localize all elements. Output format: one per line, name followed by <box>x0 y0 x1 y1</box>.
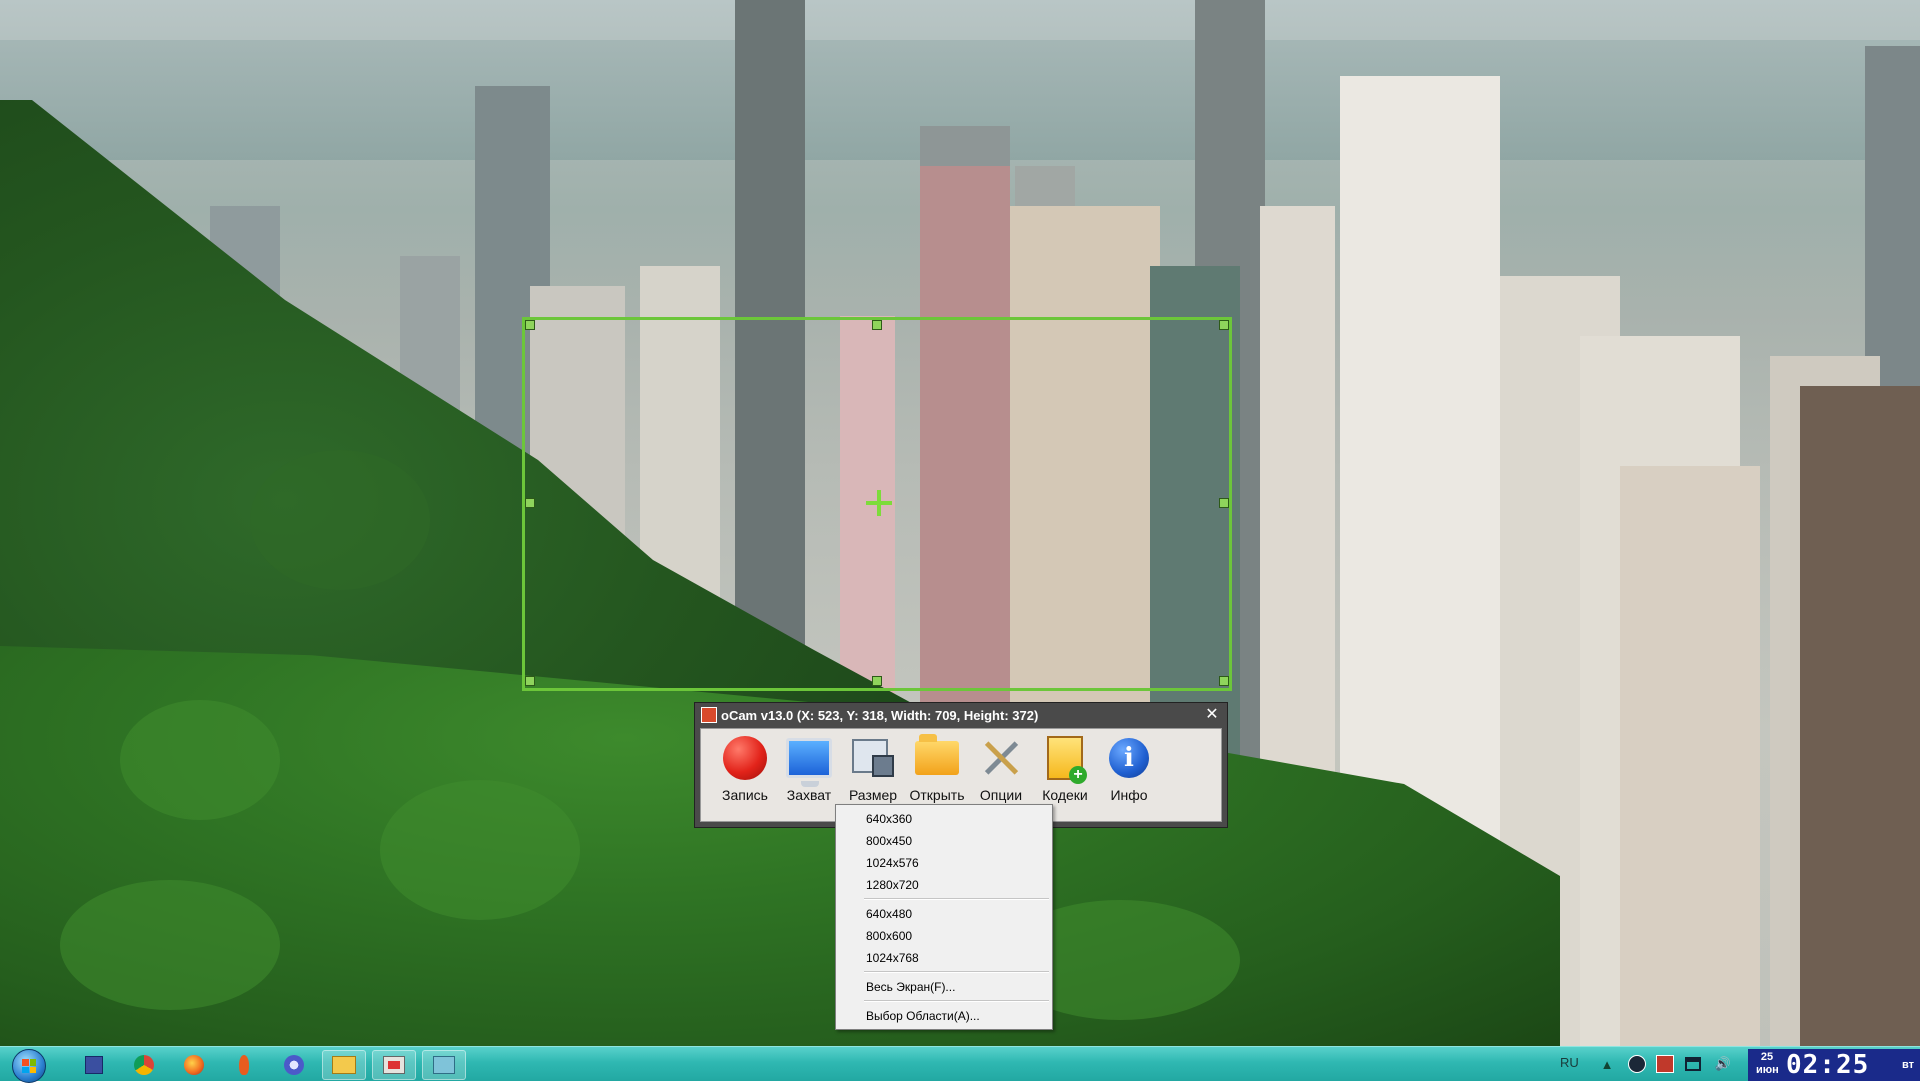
capture-button[interactable]: Захват <box>777 729 841 815</box>
close-button[interactable]: ✕ <box>1203 706 1221 724</box>
firefox-icon <box>184 1055 204 1075</box>
resize-handle-top-left[interactable] <box>525 320 535 330</box>
move-crosshair-icon[interactable] <box>866 490 892 516</box>
info-label: Инфо <box>1110 787 1148 803</box>
size-dropdown-menu: 640x360 800x450 1024x576 1280x720 640x48… <box>835 804 1053 1030</box>
taskbar-browser-app[interactable] <box>272 1050 316 1080</box>
menu-item-1024x576[interactable]: 1024x576 <box>866 853 919 873</box>
codecs-button[interactable]: Кодеки <box>1033 729 1097 815</box>
taskbar-ocam-app[interactable] <box>372 1050 416 1080</box>
menu-item-800x600[interactable]: 800x600 <box>866 926 912 946</box>
menu-item-1024x768[interactable]: 1024x768 <box>866 948 919 968</box>
wallpaper-building <box>1620 466 1760 1046</box>
wallpaper-tree <box>250 450 430 590</box>
taskbar-clock[interactable]: 25 июн 02:25 вт <box>1748 1049 1920 1081</box>
options-label: Опции <box>979 787 1023 803</box>
menu-item-800x450[interactable]: 800x450 <box>866 831 912 851</box>
security-icon[interactable] <box>1656 1055 1674 1073</box>
save-icon <box>85 1056 103 1074</box>
resize-button[interactable]: Размер <box>841 729 905 815</box>
capture-icon <box>786 735 832 787</box>
taskbar-save-app[interactable] <box>72 1050 116 1080</box>
clock-day: 25 <box>1760 1051 1774 1063</box>
ocam-app-icon <box>701 707 717 723</box>
resize-handle-right[interactable] <box>1219 498 1229 508</box>
record-button[interactable]: Запись <box>713 729 777 815</box>
taskbar-firefox-app[interactable] <box>172 1050 216 1080</box>
language-indicator[interactable]: RU <box>1560 1055 1579 1070</box>
wallpaper-tree <box>380 780 580 920</box>
menu-item-640x480[interactable]: 640x480 <box>866 904 912 924</box>
record-icon <box>722 735 768 781</box>
folder-icon <box>914 734 960 781</box>
clock-date: 25 июн <box>1756 1051 1779 1077</box>
wallpaper-tree <box>60 880 280 1010</box>
notes-icon <box>433 1056 455 1074</box>
info-icon: i <box>1106 735 1152 781</box>
clock-weekday: вт <box>1901 1059 1914 1071</box>
volume-icon[interactable]: 🔊 <box>1714 1055 1732 1073</box>
taskbar-chrome-app[interactable] <box>122 1050 166 1080</box>
resize-label: Размер <box>848 787 898 803</box>
ocam-icon <box>383 1056 405 1074</box>
resize-icon <box>850 735 896 781</box>
wallpaper-building <box>1800 386 1920 1046</box>
menu-item-fullscreen[interactable]: Весь Экран(F)... <box>866 977 955 997</box>
taskbar: RU ▲ 🔊 25 июн 02:25 вт <box>0 1046 1920 1083</box>
taskbar-explorer-app[interactable] <box>322 1050 366 1080</box>
resize-handle-top-right[interactable] <box>1219 320 1229 330</box>
codecs-label: Кодеки <box>1042 787 1088 803</box>
record-label: Запись <box>722 787 768 803</box>
options-button[interactable]: Опции <box>969 729 1033 815</box>
options-icon <box>978 735 1024 781</box>
ocam-title: oCam v13.0 (X: 523, Y: 318, Width: 709, … <box>721 707 1039 723</box>
resize-handle-top[interactable] <box>872 320 882 330</box>
menu-item-1280x720[interactable]: 1280x720 <box>866 875 919 895</box>
menu-separator <box>864 971 1049 973</box>
menu-separator <box>864 898 1049 900</box>
show-hidden-icons-icon[interactable]: ▲ <box>1598 1055 1616 1073</box>
explorer-icon <box>332 1056 356 1074</box>
open-button[interactable]: Открыть <box>905 729 969 815</box>
capture-label: Захват <box>786 787 832 803</box>
menu-separator <box>864 1000 1049 1002</box>
resize-handle-bottom[interactable] <box>872 676 882 686</box>
clock-time: 02:25 <box>1786 1050 1870 1080</box>
resize-handle-bottom-right[interactable] <box>1219 676 1229 686</box>
menu-item-select-area[interactable]: Выбор Области(A)... <box>866 1006 980 1026</box>
wallpaper-tree <box>120 700 280 820</box>
taskbar-notes-app[interactable] <box>422 1050 466 1080</box>
resize-handle-bottom-left[interactable] <box>525 676 535 686</box>
chrome-icon <box>134 1055 154 1075</box>
info-button[interactable]: i Инфо <box>1097 729 1161 815</box>
open-label: Открыть <box>909 787 965 803</box>
menu-item-640x360[interactable]: 640x360 <box>866 809 912 829</box>
java-icon <box>239 1055 249 1075</box>
ocam-title-bar[interactable]: oCam v13.0 (X: 523, Y: 318, Width: 709, … <box>695 703 1227 727</box>
start-button[interactable] <box>12 1049 46 1083</box>
resize-handle-left[interactable] <box>525 498 535 508</box>
taskbar-java-app[interactable] <box>222 1050 266 1080</box>
network-icon[interactable] <box>1684 1055 1702 1073</box>
windows-logo-icon <box>22 1059 36 1073</box>
browser-icon <box>284 1055 304 1075</box>
steam-icon[interactable] <box>1628 1055 1646 1073</box>
clock-month: июн <box>1756 1064 1779 1076</box>
codec-icon <box>1042 735 1088 784</box>
